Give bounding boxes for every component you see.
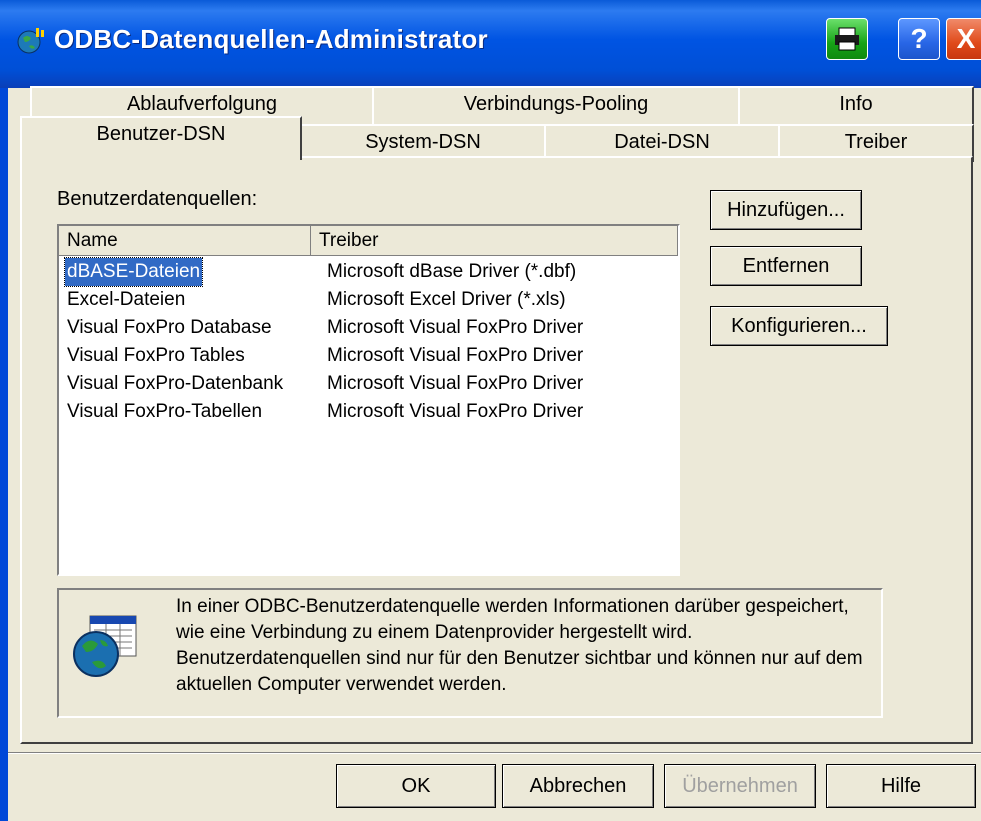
apply-button[interactable]: Übernehmen: [664, 764, 816, 808]
column-header-name[interactable]: Name: [59, 226, 311, 256]
list-item-driver: Microsoft Visual FoxPro Driver: [327, 401, 584, 422]
list-item[interactable]: Visual FoxPro Database Microsoft Visual …: [59, 314, 678, 342]
list-item-name: Visual FoxPro-Datenbank: [67, 373, 284, 394]
info-text: In einer ODBC-Benutzerdatenquelle werden…: [176, 596, 863, 695]
window-frame: [0, 88, 8, 821]
database-globe-icon: [70, 612, 140, 682]
list-item-name: Excel-Dateien: [67, 289, 186, 310]
help-title-button[interactable]: ?: [898, 18, 940, 60]
help-button[interactable]: Hilfe: [826, 764, 976, 808]
list-item-driver: Microsoft Visual FoxPro Driver: [327, 345, 584, 366]
list-item[interactable]: dBASE-Dateien Microsoft dBase Driver (*.…: [59, 257, 678, 287]
divider: [8, 752, 981, 754]
list-item[interactable]: Visual FoxPro-Datenbank Microsoft Visual…: [59, 370, 678, 398]
list-item-name: Visual FoxPro-Tabellen: [67, 401, 263, 422]
list-item-driver: Microsoft Visual FoxPro Driver: [327, 373, 584, 394]
cancel-button[interactable]: Abbrechen: [502, 764, 654, 808]
tab-verbindungs-pooling[interactable]: Verbindungs-Pooling: [372, 86, 740, 124]
odbc-app-icon[interactable]: [16, 26, 46, 56]
close-button[interactable]: X: [946, 18, 981, 60]
remove-button[interactable]: Entfernen: [710, 246, 862, 286]
printer-icon[interactable]: [826, 18, 868, 60]
ok-button[interactable]: OK: [336, 764, 496, 808]
list-item-driver: Microsoft Excel Driver (*.xls): [327, 289, 566, 310]
list-item[interactable]: Visual FoxPro Tables Microsoft Visual Fo…: [59, 342, 678, 370]
data-source-list[interactable]: Name Treiber dBASE-Dateien Microsoft dBa…: [57, 224, 680, 576]
list-item[interactable]: Visual FoxPro-Tabellen Microsoft Visual …: [59, 398, 678, 426]
list-item-name: Visual FoxPro Database: [67, 317, 272, 338]
list-item-driver: Microsoft Visual FoxPro Driver: [327, 317, 584, 338]
list-item-driver: Microsoft dBase Driver (*.dbf): [327, 261, 577, 282]
tab-benutzer-dsn[interactable]: Benutzer-DSN: [20, 116, 302, 160]
list-label: Benutzerdatenquellen:: [57, 188, 258, 210]
tab-info[interactable]: Info: [738, 86, 974, 124]
configure-button[interactable]: Konfigurieren...: [710, 306, 888, 346]
add-button[interactable]: Hinzufügen...: [710, 190, 862, 230]
list-item-name: Visual FoxPro Tables: [67, 345, 245, 366]
window-title: ODBC-Datenquellen-Administrator: [54, 24, 488, 54]
list-item[interactable]: Excel-Dateien Microsoft Excel Driver (*.…: [59, 286, 678, 314]
list-item-name: dBASE-Dateien: [63, 257, 204, 287]
column-header-driver[interactable]: Treiber: [311, 226, 678, 256]
